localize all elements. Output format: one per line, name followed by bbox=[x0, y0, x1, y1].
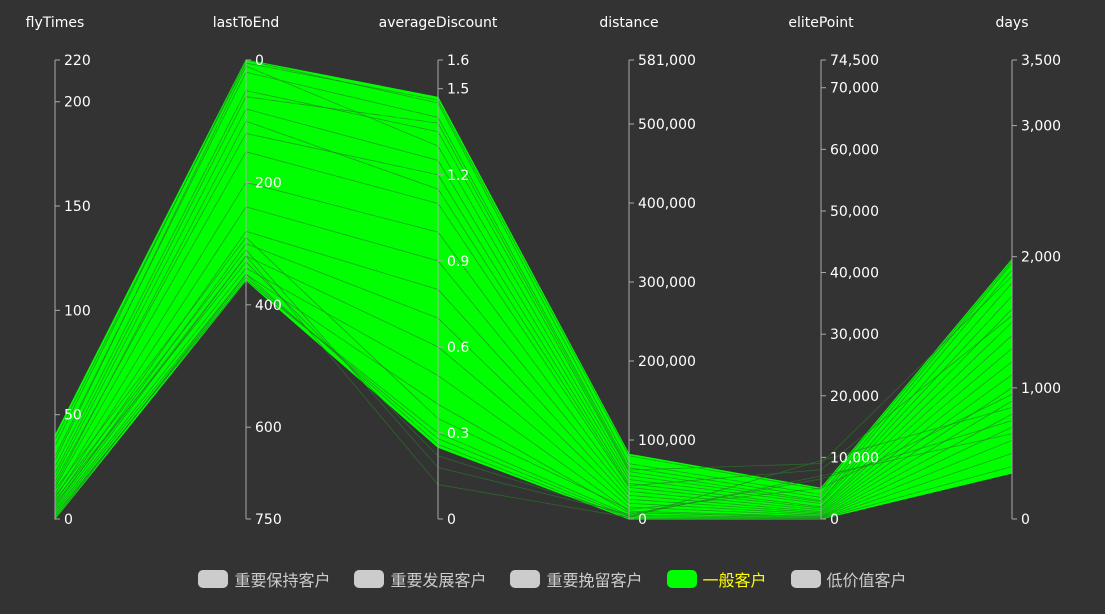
axis-title-elitePoint: elitePoint bbox=[788, 15, 854, 31]
legend-label-1: 重要发展客户 bbox=[390, 571, 487, 590]
tick-label-days-3: 3,000 bbox=[1021, 119, 1061, 135]
tick-label-averageDiscount-1: 0.3 bbox=[447, 426, 469, 442]
tick-label-lastToEnd-3: 600 bbox=[255, 420, 282, 436]
legend-swatch-2 bbox=[510, 570, 541, 588]
legend-swatch-4 bbox=[790, 570, 821, 588]
legend-label-3: 一般客户 bbox=[702, 571, 767, 590]
tick-label-distance-2: 200,000 bbox=[638, 354, 696, 370]
tick-label-elitePoint-1: 10,000 bbox=[830, 450, 879, 466]
axis-title-days: days bbox=[995, 15, 1028, 31]
tick-label-averageDiscount-3: 0.9 bbox=[447, 254, 469, 270]
tick-label-elitePoint-6: 60,000 bbox=[830, 142, 879, 158]
legend-item-3[interactable]: 一般客户 bbox=[666, 567, 767, 591]
tick-label-flyTimes-4: 200 bbox=[64, 95, 91, 111]
tick-label-flyTimes-2: 100 bbox=[64, 303, 91, 319]
legend-item-2[interactable]: 重要挽留客户 bbox=[510, 567, 643, 591]
tick-label-elitePoint-8: 74,500 bbox=[830, 53, 879, 69]
tick-label-lastToEnd-2: 400 bbox=[255, 298, 282, 314]
tick-label-days-2: 2,000 bbox=[1021, 250, 1061, 266]
tick-label-averageDiscount-4: 1.2 bbox=[447, 168, 469, 184]
tick-label-elitePoint-7: 70,000 bbox=[830, 81, 879, 97]
tick-label-flyTimes-1: 50 bbox=[64, 408, 82, 424]
axis-title-distance: distance bbox=[599, 15, 658, 31]
legend-label-0: 重要保持客户 bbox=[234, 571, 331, 590]
tick-label-elitePoint-2: 20,000 bbox=[830, 389, 879, 405]
axis-title-lastToEnd: lastToEnd bbox=[213, 15, 280, 31]
tick-label-days-1: 1,000 bbox=[1021, 381, 1061, 397]
tick-label-averageDiscount-6: 1.6 bbox=[447, 53, 469, 69]
tick-label-lastToEnd-1: 200 bbox=[255, 175, 282, 191]
tick-label-days-0: 0 bbox=[1021, 512, 1030, 528]
tick-label-flyTimes-5: 220 bbox=[64, 53, 91, 69]
legend-swatch-3 bbox=[666, 570, 697, 588]
tick-label-averageDiscount-2: 0.6 bbox=[447, 340, 469, 356]
tick-label-elitePoint-5: 50,000 bbox=[830, 204, 879, 220]
legend-item-4[interactable]: 低价值客户 bbox=[790, 567, 907, 591]
axis-title-averageDiscount: averageDiscount bbox=[379, 15, 498, 31]
tick-label-elitePoint-0: 0 bbox=[830, 512, 839, 528]
legend-swatch-0 bbox=[198, 570, 229, 588]
tick-label-distance-3: 300,000 bbox=[638, 275, 696, 291]
tick-label-lastToEnd-0: 0 bbox=[255, 53, 264, 69]
legend: 重要保持客户 重要发展客户 重要挽留客户 一般客户 低价值客户 bbox=[0, 567, 1105, 591]
tick-label-distance-0: 0 bbox=[638, 512, 647, 528]
legend-item-0[interactable]: 重要保持客户 bbox=[198, 567, 330, 591]
parallel-coordinates-chart: flyTimes 0 50 100 150 200 220 lastToEnd 0 200 400 6… bbox=[26, 15, 1061, 528]
tick-label-distance-1: 100,000 bbox=[638, 433, 696, 449]
tick-label-flyTimes-3: 150 bbox=[64, 199, 91, 215]
axis-title-flyTimes: flyTimes bbox=[26, 15, 85, 31]
tick-label-distance-5: 500,000 bbox=[638, 117, 696, 133]
tick-label-flyTimes-0: 0 bbox=[64, 512, 73, 528]
tick-label-averageDiscount-0: 0 bbox=[447, 512, 456, 528]
legend-label-4: 低价值客户 bbox=[826, 571, 907, 590]
tick-label-elitePoint-3: 30,000 bbox=[830, 327, 879, 343]
legend-item-1[interactable]: 重要发展客户 bbox=[354, 567, 486, 591]
legend-label-2: 重要挽留客户 bbox=[546, 571, 643, 590]
legend-swatch-1 bbox=[354, 570, 385, 588]
tick-label-distance-4: 400,000 bbox=[638, 196, 696, 212]
tick-label-averageDiscount-5: 1.5 bbox=[447, 82, 469, 98]
tick-label-lastToEnd-4: 750 bbox=[255, 512, 282, 528]
tick-label-elitePoint-4: 40,000 bbox=[830, 266, 879, 282]
tick-label-days-4: 3,500 bbox=[1021, 53, 1061, 69]
tick-label-distance-6: 581,000 bbox=[638, 53, 696, 69]
